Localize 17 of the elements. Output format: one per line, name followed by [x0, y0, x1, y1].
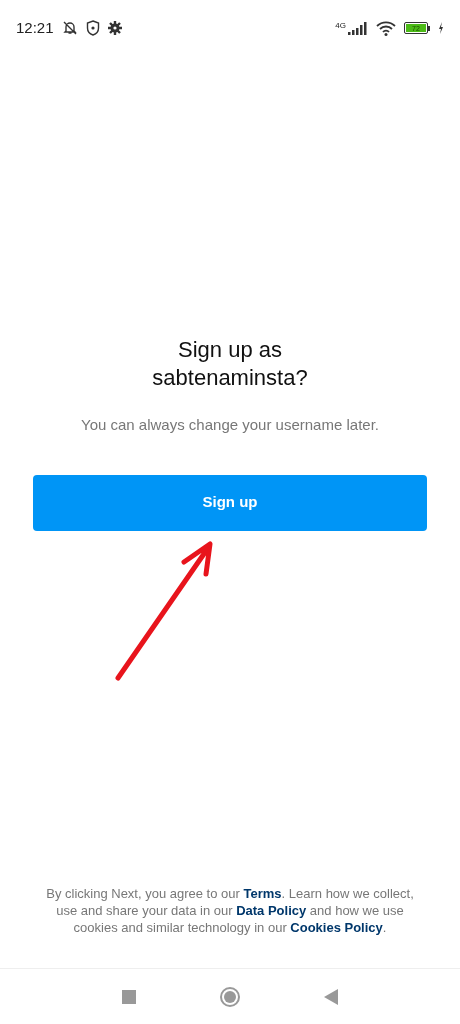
subtitle: You can always change your username later. [80, 415, 380, 435]
clock: 12:21 [16, 17, 54, 38]
policy-link[interactable]: Terms [243, 886, 282, 901]
signal-icon [348, 21, 368, 35]
recent-apps-icon[interactable] [122, 989, 136, 1004]
title: Sign up as sabtenaminsta? [151, 336, 309, 392]
network-type: 4G [335, 21, 346, 30]
muted-bell-icon [61, 20, 78, 36]
charging-icon [438, 22, 444, 34]
home-icon[interactable] [220, 986, 240, 1007]
back-icon[interactable] [324, 988, 338, 1005]
legal-notice: By clicking Next, you agree to our Terms. Learn how we collect, use and share your data in our Data Policy and how we use cookies and similar technology in our Cookies Policy. [45, 885, 415, 936]
wifi-icon [376, 20, 396, 36]
shield-icon [85, 20, 100, 36]
policy-link[interactable]: Cookies Policy [290, 920, 383, 935]
policy-link[interactable]: Data Policy [236, 903, 307, 918]
settings-icon [107, 21, 122, 35]
